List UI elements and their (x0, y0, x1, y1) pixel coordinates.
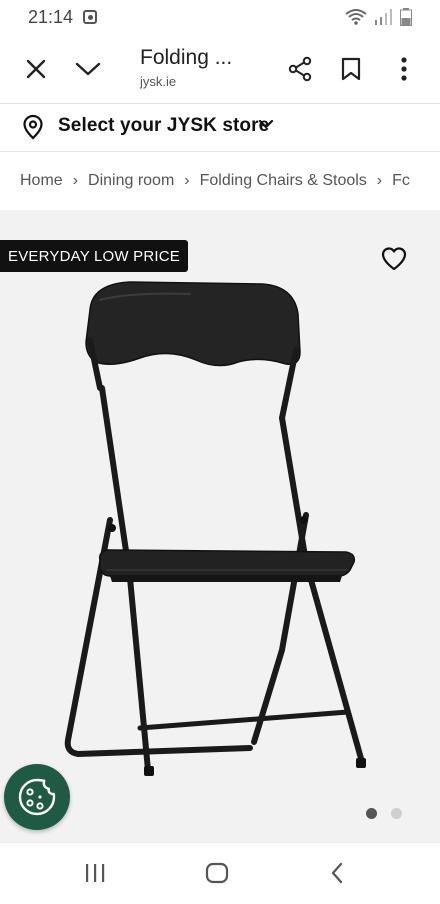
carousel-dot-2[interactable] (391, 808, 402, 819)
carousel-pagination (366, 808, 402, 819)
page-url: jysk.ie (140, 74, 177, 89)
cookie-icon (18, 778, 56, 816)
notification-icon (83, 10, 98, 24)
breadcrumb-separator-icon: › (72, 172, 79, 189)
store-selector[interactable]: Select your JYSK store (0, 104, 440, 152)
store-label: Select your JYSK store (58, 115, 270, 136)
product-image-folding-chair (64, 281, 366, 776)
system-navigation-bar (0, 842, 440, 904)
status-bar: 21:14 (0, 0, 440, 34)
more-vert-icon (401, 57, 407, 81)
back-icon[interactable] (330, 862, 344, 884)
breadcrumb-dining-room[interactable]: Dining room (88, 172, 174, 190)
breadcrumb-folding-chairs[interactable]: Folding Chairs & Stools (200, 172, 367, 190)
bookmark-button[interactable] (333, 51, 369, 87)
breadcrumb-home[interactable]: Home (20, 172, 63, 190)
battery-icon (400, 8, 412, 26)
breadcrumb-current[interactable]: Fc (392, 172, 410, 190)
wifi-icon (345, 9, 367, 25)
bookmark-icon (341, 57, 361, 81)
page-title-block[interactable]: Folding ... jysk.ie (140, 46, 232, 89)
favorite-heart-icon[interactable] (380, 246, 408, 272)
signal-icon (375, 9, 392, 25)
location-pin-icon (23, 114, 43, 140)
page-title: Folding ... (140, 46, 233, 69)
more-options-button[interactable] (386, 51, 422, 87)
status-time: 21:14 (28, 6, 74, 27)
close-icon (26, 59, 46, 79)
share-button[interactable] (282, 51, 318, 87)
carousel-dot-1[interactable] (366, 808, 377, 819)
breadcrumb: Home › Dining room › Folding Chairs & St… (0, 153, 440, 209)
chevron-down-icon (75, 62, 101, 76)
price-badge: EVERYDAY LOW PRICE (0, 240, 188, 272)
breadcrumb-separator-icon: › (184, 172, 190, 189)
breadcrumb-separator-icon: › (376, 172, 383, 189)
cookie-settings-button[interactable] (4, 764, 70, 830)
chevron-down-icon (258, 119, 274, 129)
close-button[interactable] (18, 51, 54, 87)
expand-button[interactable] (70, 51, 106, 87)
browser-toolbar: Folding ... jysk.ie (0, 34, 440, 104)
recent-apps-icon[interactable] (84, 863, 106, 883)
home-icon[interactable] (205, 862, 229, 884)
product-image-carousel[interactable]: EVERYDAY LOW PRICE (0, 210, 440, 842)
share-icon (288, 56, 312, 82)
status-icons (344, 8, 412, 26)
